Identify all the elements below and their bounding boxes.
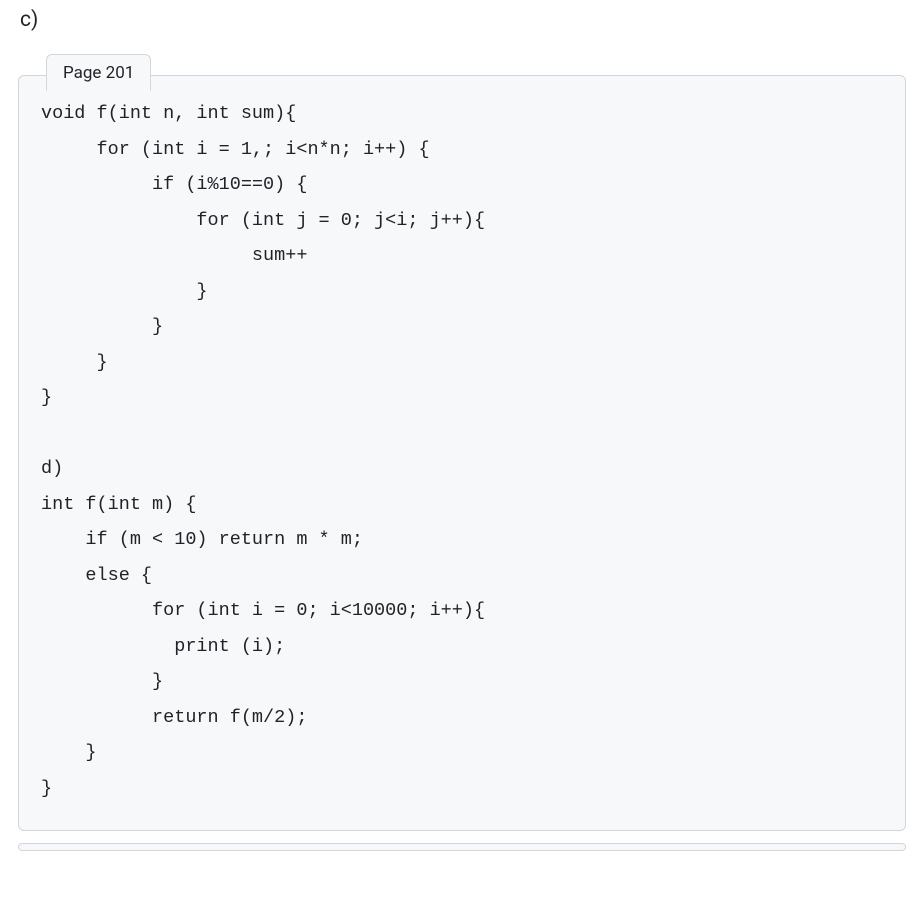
code-content: void f(int n, int sum){ for (int i = 1,;… xyxy=(41,96,883,806)
section-heading: c) xyxy=(20,8,906,32)
tab-strip: Page 201 xyxy=(46,54,151,91)
page-tab[interactable]: Page 201 xyxy=(46,54,151,91)
code-block: void f(int n, int sum){ for (int i = 1,;… xyxy=(18,75,906,831)
next-block-peek xyxy=(18,843,906,851)
